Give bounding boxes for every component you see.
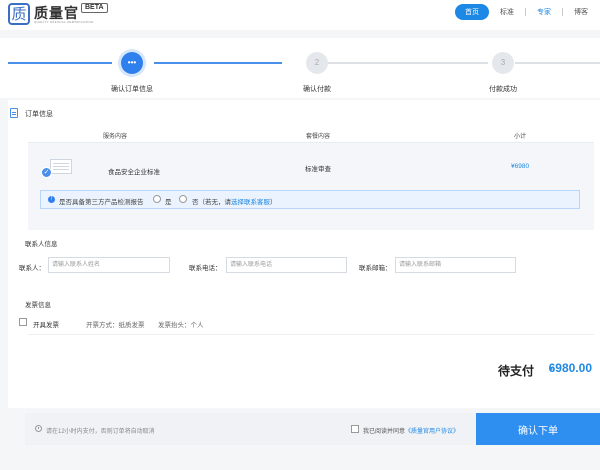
step-1-circle: ••• — [121, 52, 143, 74]
top-header: 质 质量官 BETA QUALITY OFFICIAL CERTIFICATIO… — [0, 0, 600, 30]
product-name: 食品安全企业标准 — [108, 169, 160, 176]
col-service: 服务内容 — [103, 134, 128, 140]
step-line-done — [8, 62, 112, 64]
step-1-label: 确认订单信息 — [111, 86, 153, 93]
step-line — [328, 62, 488, 64]
divider — [28, 334, 594, 335]
invoice-checkbox[interactable] — [19, 318, 27, 326]
check-badge-icon: ✓ — [41, 167, 52, 178]
nav-item-blog[interactable]: 博客 — [574, 7, 588, 17]
logo-icon[interactable]: 质 — [8, 3, 30, 25]
invoice-method: 开票方式：纸质发票 — [86, 322, 145, 329]
col-subtotal: 小计 — [514, 134, 527, 140]
invoice-section-title: 发票信息 — [25, 302, 51, 309]
contact-email-label: 联系邮箱： — [359, 265, 392, 272]
clock-icon — [35, 425, 42, 432]
invoice-header: 发票抬头：个人 — [158, 322, 204, 329]
product-price: ¥6980 — [511, 163, 530, 170]
agree-checkbox[interactable] — [351, 425, 359, 433]
brand-tagline: QUALITY OFFICIAL CERTIFICATION — [34, 20, 94, 24]
order-section-title: 订单信息 — [25, 111, 53, 118]
radio-yes-label[interactable]: 是 — [165, 196, 172, 206]
invoice-checkbox-label[interactable]: 开具发票 — [33, 319, 59, 329]
contact-name-label: 联系人： — [19, 265, 45, 272]
nav-item-home[interactable]: 首页 — [455, 4, 489, 20]
nav-item-standards[interactable]: 标准 — [500, 7, 514, 17]
product-image — [50, 159, 72, 174]
order-progress-steps: ••• 确认订单信息 2 确认付款 3 付款成功 — [0, 38, 600, 98]
step-3-circle: 3 — [492, 52, 514, 74]
nav-item-experts[interactable]: 专家 — [537, 7, 551, 17]
step-2-circle: 2 — [306, 52, 328, 74]
radio-no[interactable] — [179, 195, 187, 203]
product-plan: 标准审查 — [305, 166, 331, 173]
document-icon — [10, 108, 18, 118]
contact-service-link[interactable]: 选择联系客服 — [231, 199, 270, 206]
test-report-question: ! 是否具备第三方产品检测报告 是 否（若无，请选择联系客服） — [40, 190, 580, 209]
contact-email-input[interactable] — [395, 257, 516, 273]
contact-phone-label: 联系电话： — [189, 265, 222, 272]
info-icon: ! — [48, 196, 55, 203]
main-nav: 首页 标准 专家 博客 — [455, 4, 588, 20]
order-card: 订单信息 服务内容 套餐内容 小计 ✓ 食品安全企业标准 标准审查 ¥6980 … — [8, 100, 600, 408]
step-line-done — [154, 62, 282, 64]
question-text: 是否具备第三方产品检测报告 — [59, 199, 144, 206]
nav-divider — [525, 8, 526, 16]
beta-badge: BETA — [81, 3, 108, 13]
col-plan: 套餐内容 — [306, 134, 331, 140]
step-3-label: 付款成功 — [489, 86, 517, 93]
nav-divider — [562, 8, 563, 16]
step-2-label: 确认付款 — [303, 86, 331, 93]
no-prefix: 否（若无，请 — [192, 199, 231, 206]
order-item-row: ✓ 食品安全企业标准 标准审查 ¥6980 — [28, 143, 594, 230]
checkout-footer: 请在12小时内支付，否则订单将自动取消 我已阅读并同意《质量官用户协议》 确认下… — [25, 413, 600, 445]
contact-section-title: 联系人信息 — [25, 241, 58, 248]
confirm-order-button[interactable]: 确认下单 — [476, 413, 600, 445]
amount-due-value: 6980.00 — [548, 361, 592, 375]
amount-due-label: 待支付 — [497, 364, 534, 378]
contact-name-input[interactable] — [48, 257, 170, 273]
contact-phone-input[interactable] — [226, 257, 347, 273]
radio-yes[interactable] — [153, 195, 161, 203]
payment-deadline-note: 请在12小时内支付，否则订单将自动取消 — [46, 429, 155, 435]
user-agreement-link[interactable]: 《质量官用户协议》 — [405, 429, 459, 435]
no-suffix: ） — [270, 199, 277, 206]
radio-no-label[interactable]: 否（若无，请选择联系客服） — [192, 196, 277, 206]
step-line — [515, 62, 600, 64]
agree-text: 我已阅读并同意《质量官用户协议》 — [363, 426, 459, 435]
agree-prefix: 我已阅读并同意 — [363, 429, 406, 435]
